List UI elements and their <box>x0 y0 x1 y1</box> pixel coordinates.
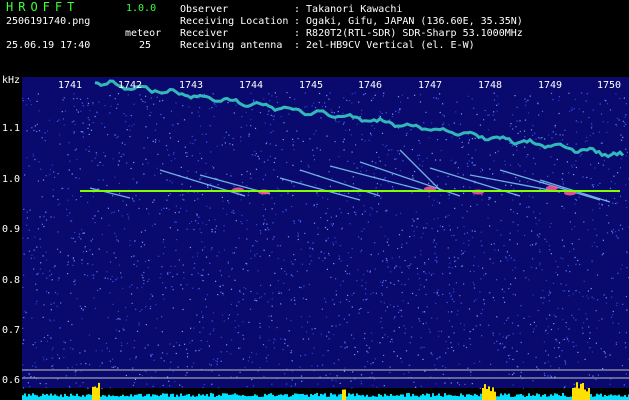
observer-label: Observer <box>180 4 229 15</box>
y-tick-label: 0.9 <box>2 224 21 235</box>
x-tick-label: 1743 <box>179 80 204 91</box>
hrofft-window: HROFFT 1.0.0 2506191740.png 25.06.19 17:… <box>0 0 629 400</box>
echo-head <box>546 185 558 191</box>
x-tick-label: 1750 <box>597 80 622 91</box>
app-title: HROFFT <box>6 0 80 14</box>
location-value: : Ogaki, Gifu, JAPAN (136.60E, 35.35N) <box>294 16 523 27</box>
meteor-label: meteor <box>125 28 162 39</box>
file-name: 2506191740.png <box>6 16 91 27</box>
x-tick-label: 1742 <box>118 80 143 91</box>
location-label: Receiving Location <box>180 16 289 27</box>
x-tick-label: 1741 <box>58 80 83 91</box>
app-version: 1.0.0 <box>126 3 157 14</box>
receiver-label: Receiver <box>180 28 229 39</box>
y-tick-label: 0.6 <box>2 375 21 386</box>
y-tick-label: 1.0 <box>2 174 21 185</box>
spectrogram <box>22 77 629 400</box>
observer-value: : Takanori Kawachi <box>294 4 403 15</box>
y-tick-label: 0.7 <box>2 325 21 336</box>
y-tick-label: 0.8 <box>2 275 21 286</box>
x-tick-label: 1744 <box>239 80 264 91</box>
spectrogram-background <box>22 77 629 388</box>
x-tick-label: 1748 <box>478 80 503 91</box>
x-tick-label: 1745 <box>299 80 324 91</box>
y-axis-unit: kHz <box>2 75 21 86</box>
capture-datetime: 25.06.19 17:40 <box>6 40 91 51</box>
antenna-label: Receiving antenna <box>180 40 283 51</box>
antenna-value: : 2el-HB9CV Vertical (el. E-W) <box>294 40 475 51</box>
x-tick-label: 1747 <box>418 80 443 91</box>
y-tick-label: 1.1 <box>2 123 21 134</box>
x-tick-label: 1749 <box>538 80 563 91</box>
meteor-count: 25 <box>139 40 152 51</box>
x-tick-label: 1746 <box>358 80 383 91</box>
receiver-value: : R820T2(RTL-SDR) SDR-Sharp 53.1000MHz <box>294 28 523 39</box>
